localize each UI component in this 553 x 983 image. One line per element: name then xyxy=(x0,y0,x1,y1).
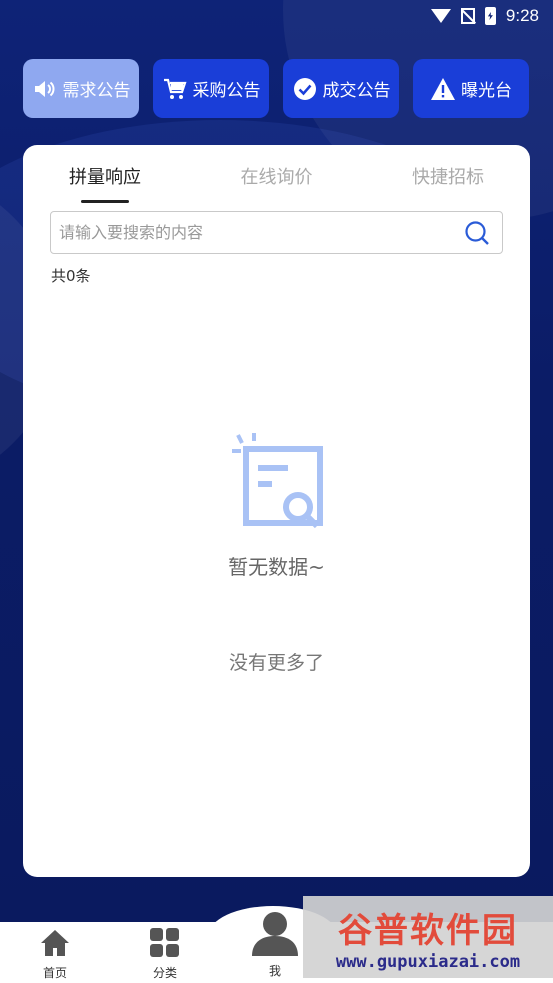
purchase-announcement-button[interactable]: 采购公告 xyxy=(153,59,269,118)
tab-online-inquiry[interactable]: 在线询价 xyxy=(241,163,313,203)
nav-me-label: 我 xyxy=(268,964,281,978)
announcement-nav: 需求公告 采购公告 成交公告 曝光台 xyxy=(23,59,530,118)
demand-announcement-label: 需求公告 xyxy=(62,81,131,101)
no-more-message: 没有更多了 xyxy=(228,652,324,674)
watermark-logo: 谷普软件园 www.gupuxiazai.com xyxy=(303,896,553,978)
nav-home[interactable]: 首页 xyxy=(0,922,110,983)
exposure-label: 曝光台 xyxy=(461,81,512,101)
nav-home-label: 首页 xyxy=(42,966,67,980)
search-icon[interactable] xyxy=(464,220,490,246)
speaker-icon xyxy=(32,76,58,102)
deal-announcement-button[interactable]: 成交公告 xyxy=(283,59,399,118)
empty-message: 暂无数据~ xyxy=(228,555,325,579)
search-box xyxy=(50,211,503,254)
empty-document-icon xyxy=(226,431,326,531)
warning-icon xyxy=(430,76,456,102)
wifi-icon xyxy=(430,9,451,23)
status-bar: 9:28 xyxy=(0,0,553,32)
grid-icon xyxy=(149,928,181,962)
tab-volume-response[interactable]: 拼量响应 xyxy=(69,163,141,203)
user-icon xyxy=(250,910,300,960)
content-card: 拼量响应 在线询价 快捷招标 共0条 暂无数据~ 没有更多了 xyxy=(23,145,530,877)
cart-icon xyxy=(162,76,188,102)
battery-charging-icon xyxy=(484,7,496,25)
check-circle-icon xyxy=(292,76,318,102)
nav-category-label: 分类 xyxy=(152,966,177,980)
demand-announcement-button[interactable]: 需求公告 xyxy=(23,59,139,118)
search-input[interactable] xyxy=(59,223,459,242)
tab-bar: 拼量响应 在线询价 快捷招标 xyxy=(23,163,530,203)
nav-category[interactable]: 分类 xyxy=(110,922,220,983)
tab-quick-tender[interactable]: 快捷招标 xyxy=(412,163,484,203)
deal-announcement-label: 成交公告 xyxy=(322,81,391,101)
result-count: 共0条 xyxy=(51,267,91,285)
exposure-button[interactable]: 曝光台 xyxy=(413,59,529,118)
watermark-title: 谷普软件园 xyxy=(338,910,518,951)
clock: 9:28 xyxy=(505,6,539,25)
no-sim-icon xyxy=(460,8,475,24)
home-icon xyxy=(39,928,71,962)
watermark-url: www.gupuxiazai.com xyxy=(335,951,521,972)
purchase-announcement-label: 采购公告 xyxy=(192,81,261,101)
